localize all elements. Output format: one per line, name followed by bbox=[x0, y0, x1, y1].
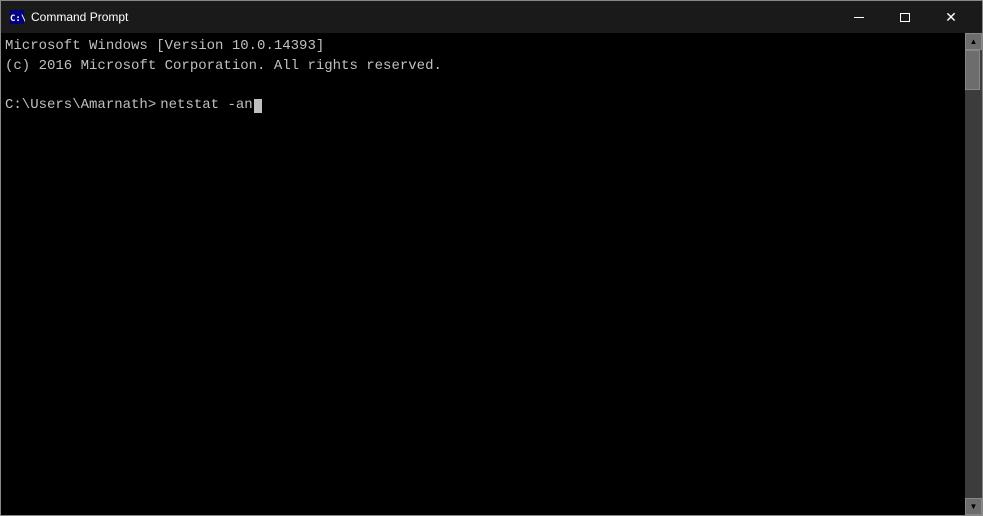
cursor bbox=[254, 99, 262, 113]
minimize-icon bbox=[854, 17, 864, 18]
title-bar: C:\ Command Prompt ✕ bbox=[1, 1, 982, 33]
title-bar-controls: ✕ bbox=[836, 1, 974, 33]
console-content[interactable]: Microsoft Windows [Version 10.0.14393] (… bbox=[1, 33, 965, 515]
window: C:\ Command Prompt ✕ Microsoft Windows [… bbox=[0, 0, 983, 516]
scrollbar[interactable]: ▲ ▼ bbox=[965, 33, 982, 515]
close-button[interactable]: ✕ bbox=[928, 1, 974, 33]
scrollbar-down-button[interactable]: ▼ bbox=[965, 498, 982, 515]
scrollbar-up-button[interactable]: ▲ bbox=[965, 33, 982, 50]
maximize-button[interactable] bbox=[882, 1, 928, 33]
title-bar-text: Command Prompt bbox=[31, 10, 836, 24]
scrollbar-thumb[interactable] bbox=[965, 50, 980, 90]
minimize-button[interactable] bbox=[836, 1, 882, 33]
console-line-3 bbox=[5, 76, 961, 96]
console-area[interactable]: Microsoft Windows [Version 10.0.14393] (… bbox=[1, 33, 982, 515]
svg-text:C:\: C:\ bbox=[10, 14, 25, 24]
prompt-line: C:\Users\Amarnath> netstat -an bbox=[5, 96, 961, 116]
cmd-icon: C:\ bbox=[9, 9, 25, 25]
maximize-icon bbox=[900, 13, 910, 22]
command-text: netstat -an bbox=[160, 96, 252, 116]
prompt-text: C:\Users\Amarnath> bbox=[5, 96, 156, 116]
scrollbar-track[interactable] bbox=[965, 50, 982, 498]
console-line-2: (c) 2016 Microsoft Corporation. All righ… bbox=[5, 57, 961, 77]
close-icon: ✕ bbox=[945, 10, 957, 24]
console-line-1: Microsoft Windows [Version 10.0.14393] bbox=[5, 37, 961, 57]
